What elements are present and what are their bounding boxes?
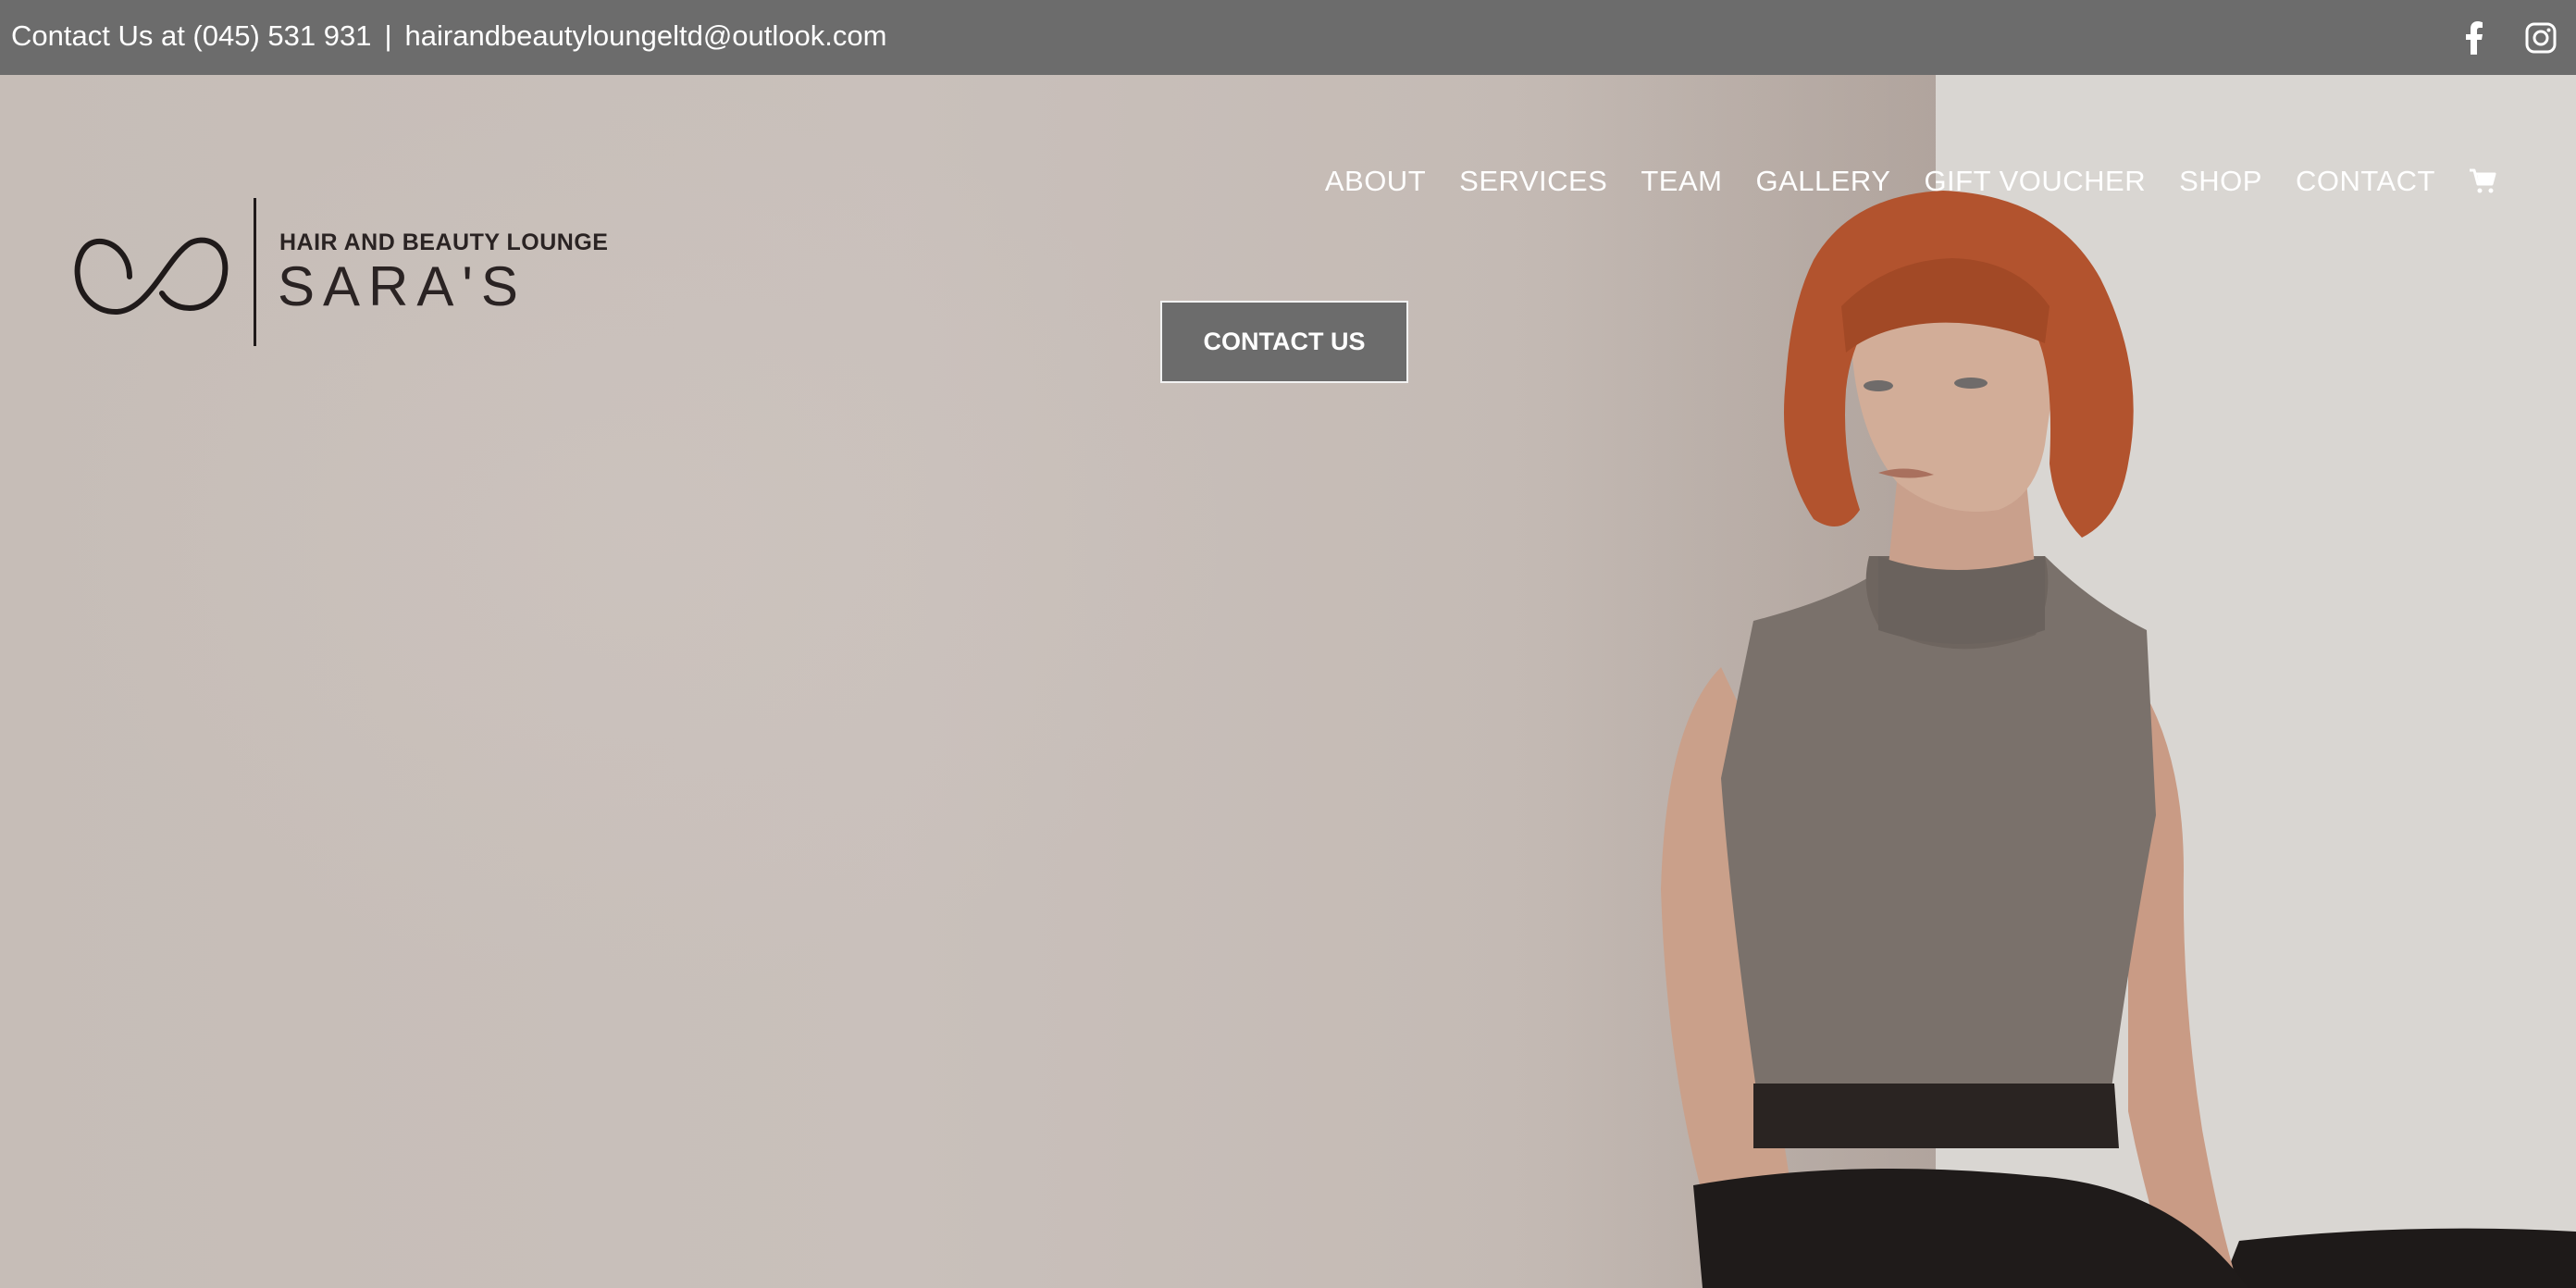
infinity-logo-icon [74,237,229,316]
contact-phone-text[interactable]: Contact Us at (045) 531 931 [11,19,371,52]
instagram-icon[interactable] [2525,19,2557,57]
nav-item-gallery[interactable]: GALLERY [1755,165,1890,198]
nav-item-services[interactable]: SERVICES [1459,165,1607,198]
contact-email-link[interactable]: hairandbeautyloungeltd@outlook.com [405,19,887,52]
facebook-icon[interactable] [2465,19,2483,57]
top-contact-bar: Contact Us at (045) 531 931 | hairandbeaut… [0,0,2576,75]
logo-divider [254,198,256,346]
separator: | [384,19,392,52]
main-nav: ABOUT SERVICES TEAM GALLERY GIFT VOUCHER… [1325,165,2496,198]
nav-item-shop[interactable]: SHOP [2179,165,2262,198]
cart-icon[interactable] [2469,168,2496,194]
contact-info: Contact Us at (045) 531 931 | hairandbeaut… [11,17,886,56]
nav-item-gift-voucher[interactable]: GIFT VOUCHER [1924,165,2146,198]
nav-item-about[interactable]: ABOUT [1325,165,1426,198]
contact-us-button[interactable]: CONTACT US [1160,301,1408,383]
nav-item-team[interactable]: TEAM [1641,165,1722,198]
logo-tagline: HAIR AND BEAUTY LOUNGE [279,229,609,255]
nav-item-contact[interactable]: CONTACT [2296,165,2435,198]
site-logo[interactable]: HAIR AND BEAUTY LOUNGE SARA'S [74,195,608,353]
logo-brand-name: SARA'S [278,255,526,317]
hero-section: HAIR AND BEAUTY LOUNGE SARA'S ABOUT SERV… [0,75,2576,1288]
